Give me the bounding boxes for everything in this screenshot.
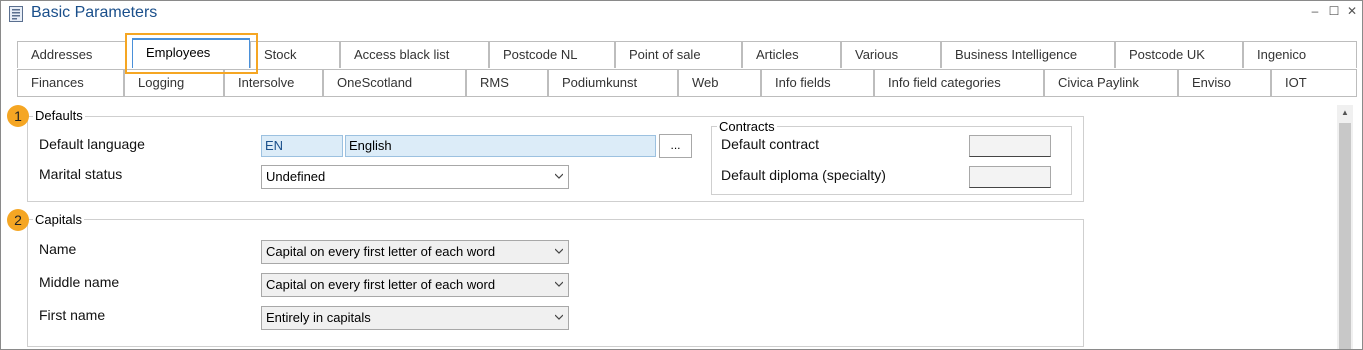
tab-enviso[interactable]: Enviso: [1178, 69, 1271, 96]
name-capitals-value: Capital on every first letter of each wo…: [266, 244, 496, 259]
tab-addresses[interactable]: Addresses: [17, 41, 127, 68]
tab-info-fields[interactable]: Info fields: [761, 69, 874, 96]
window-title: Basic Parameters: [31, 4, 158, 21]
tab-articles[interactable]: Articles: [742, 41, 841, 68]
tab-business-intelligence[interactable]: Business Intelligence: [941, 41, 1115, 68]
middle-name-capitals-select[interactable]: Capital on every first letter of each wo…: [261, 273, 569, 297]
default-contract-field[interactable]: [969, 135, 1051, 157]
first-name-capitals-select[interactable]: Entirely in capitals: [261, 306, 569, 330]
tab-civica-paylink[interactable]: Civica Paylink: [1044, 69, 1178, 96]
default-contract-label: Default contract: [721, 136, 820, 152]
defaults-step-badge: 1: [7, 105, 29, 127]
basic-parameters-window: Basic Parameters – ☐ ✕ Addresses Stock A…: [0, 0, 1363, 350]
middle-name-capitals-value: Capital on every first letter of each wo…: [266, 277, 496, 292]
contracts-group-label: Contracts: [717, 119, 777, 134]
close-button[interactable]: ✕: [1344, 4, 1360, 18]
tab-iot[interactable]: IOT: [1271, 69, 1357, 96]
tab-employees[interactable]: Employees: [132, 38, 250, 68]
tab-point-of-sale[interactable]: Point of sale: [615, 41, 742, 68]
minimize-button[interactable]: –: [1307, 4, 1323, 18]
tab-intersolve[interactable]: Intersolve: [224, 69, 323, 96]
tab-info-field-categories[interactable]: Info field categories: [874, 69, 1044, 96]
name-capitals-select[interactable]: Capital on every first letter of each wo…: [261, 240, 569, 264]
language-name-field[interactable]: English: [345, 135, 656, 157]
title-bar: Basic Parameters – ☐ ✕: [1, 1, 1362, 27]
chevron-down-icon: [555, 281, 563, 287]
tab-onescotland[interactable]: OneScotland: [323, 69, 466, 96]
marital-status-select[interactable]: Undefined: [261, 165, 569, 189]
scrollbar-thumb[interactable]: [1339, 123, 1351, 349]
capitals-step-badge: 2: [7, 209, 29, 231]
language-browse-button[interactable]: ...: [659, 134, 692, 158]
first-name-capitals-value: Entirely in capitals: [266, 310, 371, 325]
tab-postcode-uk[interactable]: Postcode UK: [1115, 41, 1243, 68]
middle-name-label: Middle name: [39, 274, 120, 290]
default-language-label: Default language: [39, 136, 145, 152]
default-diploma-label: Default diploma (specialty): [721, 167, 886, 183]
first-name-label: First name: [39, 307, 106, 323]
tab-web[interactable]: Web: [678, 69, 761, 96]
scroll-up-arrow-icon[interactable]: ▲: [1337, 105, 1353, 121]
chevron-down-icon: [555, 173, 563, 179]
tab-rms[interactable]: RMS: [466, 69, 548, 96]
defaults-group-label: Defaults: [33, 108, 85, 123]
default-diploma-field[interactable]: [969, 166, 1051, 188]
tab-logging[interactable]: Logging: [124, 69, 224, 96]
marital-status-label: Marital status: [39, 166, 123, 182]
document-form-icon: [9, 6, 23, 22]
chevron-down-icon: [555, 314, 563, 320]
tab-various[interactable]: Various: [841, 41, 941, 68]
marital-status-value: Undefined: [266, 169, 326, 184]
tab-employees-label: Employees: [146, 45, 211, 60]
maximize-button[interactable]: ☐: [1326, 4, 1342, 18]
tab-finances[interactable]: Finances: [17, 69, 124, 96]
name-label: Name: [39, 241, 77, 257]
tab-ingenico[interactable]: Ingenico: [1243, 41, 1357, 68]
tab-podiumkunst[interactable]: Podiumkunst: [548, 69, 678, 96]
language-code-field[interactable]: EN: [261, 135, 343, 157]
tab-access-black-list[interactable]: Access black list: [340, 41, 489, 68]
tab-stock[interactable]: Stock: [250, 41, 340, 68]
chevron-down-icon: [555, 248, 563, 254]
capitals-group-label: Capitals: [33, 212, 84, 227]
tab-postcode-nl[interactable]: Postcode NL: [489, 41, 615, 68]
